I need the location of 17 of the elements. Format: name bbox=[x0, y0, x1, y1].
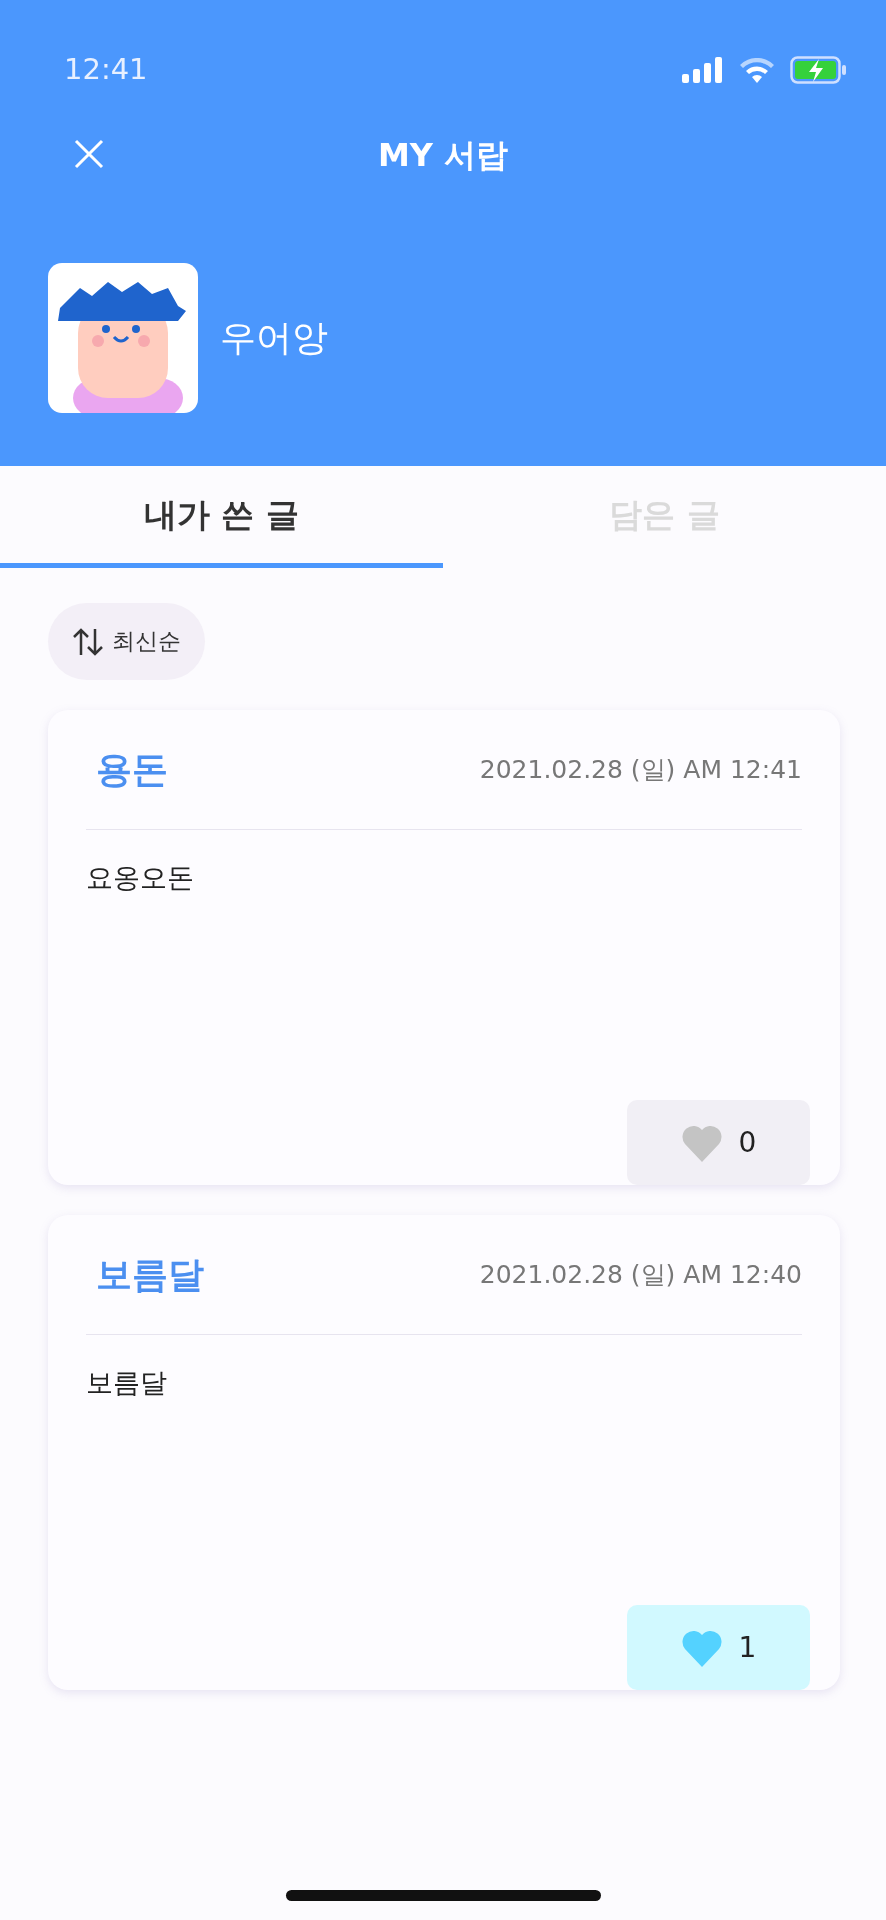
wifi-icon bbox=[740, 57, 774, 83]
post-body: 보름달 bbox=[86, 1366, 168, 1401]
page-title: MY 서랍 bbox=[377, 135, 509, 176]
sort-icon bbox=[72, 626, 104, 657]
status-time: 12:41 bbox=[64, 51, 148, 89]
username: 우어앙 bbox=[220, 316, 328, 360]
sort-button[interactable]: 최신순 bbox=[48, 603, 205, 680]
post-date: 2021.02.28 (일) AM 12:40 bbox=[479, 1258, 802, 1291]
like-button[interactable]: 0 bbox=[627, 1100, 810, 1185]
like-button[interactable]: 1 bbox=[627, 1605, 810, 1690]
tab[interactable]: 내가 쓴 글 bbox=[0, 466, 443, 568]
post-date: 2021.02.28 (일) AM 12:41 bbox=[479, 753, 802, 786]
post-body: 요옹오돈 bbox=[86, 861, 195, 896]
battery-icon bbox=[790, 56, 846, 84]
post-title: 보름달 bbox=[95, 1252, 204, 1297]
signal-icon bbox=[682, 57, 724, 83]
post-title: 용돈 bbox=[95, 747, 168, 792]
